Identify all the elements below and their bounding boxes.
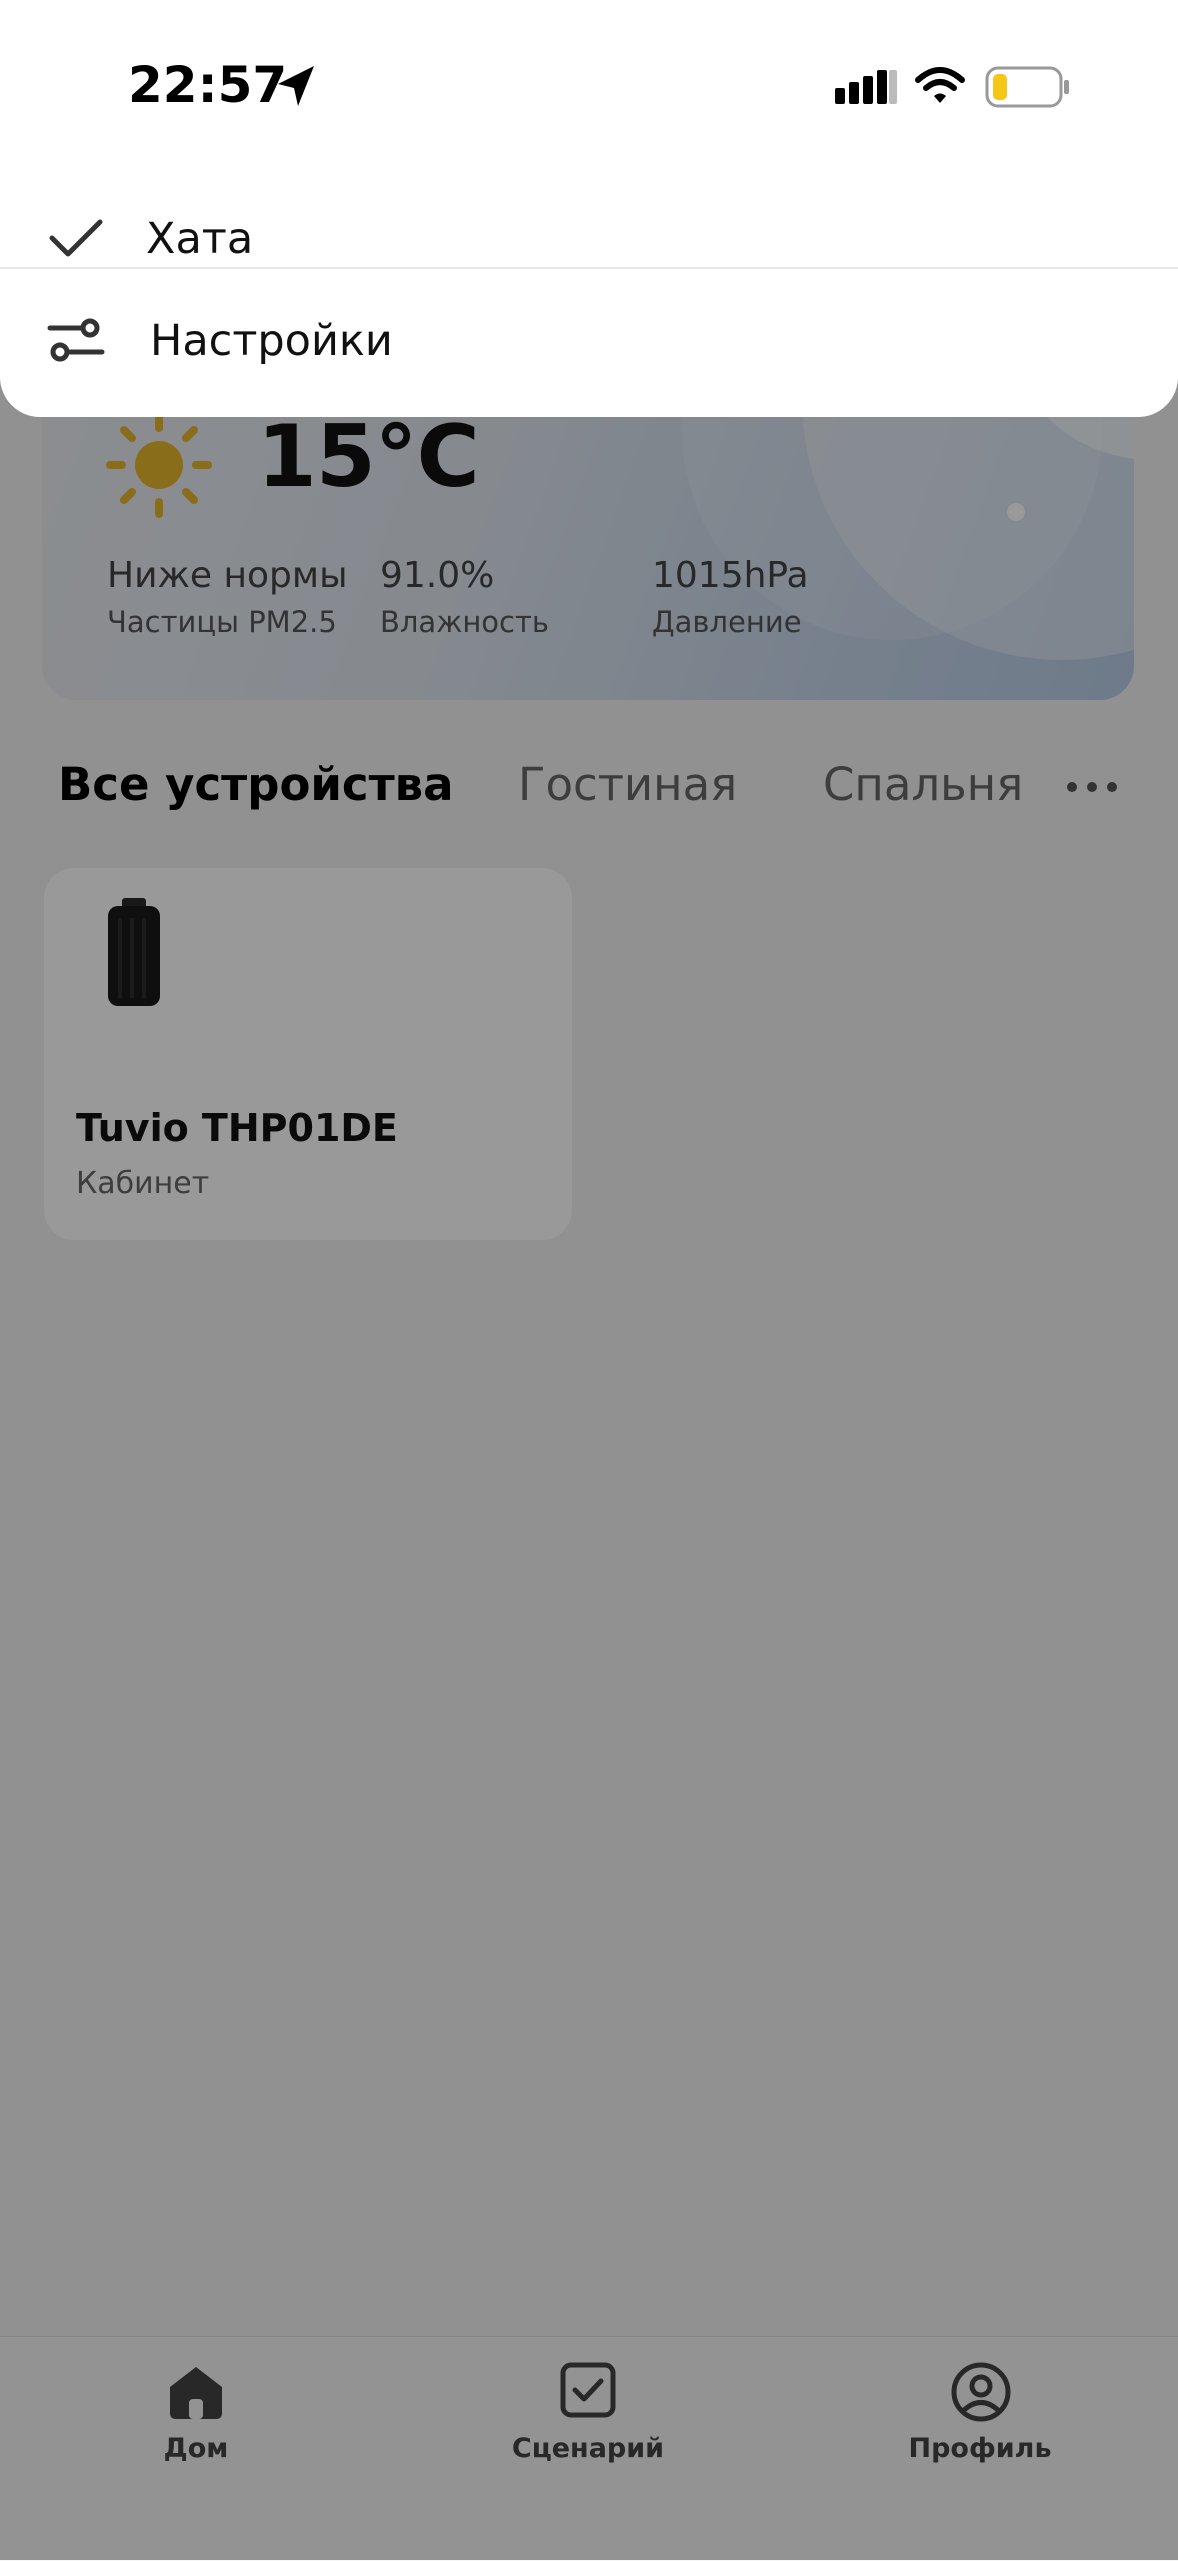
location-arrow-icon — [278, 66, 314, 106]
cellular-signal-icon — [835, 70, 897, 104]
sliders-icon — [47, 318, 105, 362]
menu-item-settings[interactable]: Настройки — [0, 300, 1178, 380]
menu-item-settings-label: Настройки — [150, 316, 393, 366]
menu-item-hata[interactable]: Хата — [0, 200, 1178, 264]
menu-divider — [0, 267, 1178, 269]
menu-item-hata-label: Хата — [146, 214, 254, 264]
home-switcher-menu: 22:57 Хата Настройки — [0, 0, 1178, 417]
wifi-icon — [915, 67, 965, 103]
battery-icon — [985, 66, 1069, 108]
check-icon — [49, 219, 103, 257]
status-time: 22:57 — [128, 56, 288, 114]
